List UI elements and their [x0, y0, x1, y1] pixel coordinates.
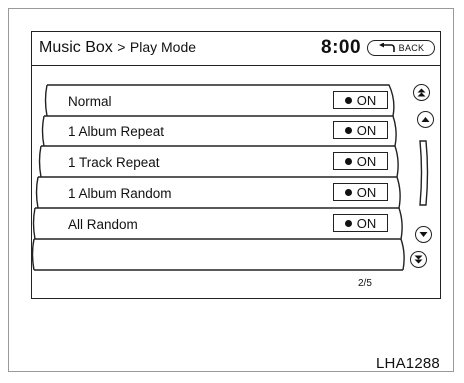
on-button-normal[interactable]: ON [333, 91, 388, 109]
page-up-button[interactable] [413, 84, 430, 101]
list-item-1-album-random[interactable]: 1 Album Random [68, 186, 172, 201]
list-item-1-album-repeat[interactable]: 1 Album Repeat [68, 124, 164, 139]
filled-dot-icon [344, 126, 352, 134]
chevron-up-icon [421, 117, 430, 122]
double-chevron-down-icon [414, 255, 423, 264]
filled-dot-icon [344, 157, 352, 165]
on-button-label: ON [356, 122, 377, 138]
list-item-1-track-repeat[interactable]: 1 Track Repeat [68, 155, 160, 170]
filled-dot-icon [344, 188, 352, 196]
page-down-button[interactable] [410, 251, 427, 268]
on-button-label: ON [356, 153, 377, 169]
display-screen: Music Box > Play Mode 8:00 BACK Normal O… [31, 31, 441, 299]
scroll-down-button[interactable] [415, 226, 432, 243]
on-button-label: ON [356, 92, 377, 108]
on-button-label: ON [356, 215, 377, 231]
filled-dot-icon [344, 219, 352, 227]
scroll-up-button[interactable] [417, 111, 434, 128]
list-item-normal[interactable]: Normal [68, 94, 112, 109]
on-button-1-album-repeat[interactable]: ON [333, 121, 388, 139]
on-button-1-album-random[interactable]: ON [333, 183, 388, 201]
page-indicator: 2/5 [358, 278, 372, 289]
on-button-all-random[interactable]: ON [333, 214, 388, 232]
figure-label: LHA1288 [376, 355, 440, 372]
chevron-down-icon [419, 232, 428, 237]
list-item-all-random[interactable]: All Random [68, 217, 138, 232]
on-button-label: ON [356, 184, 377, 200]
filled-dot-icon [344, 96, 352, 104]
on-button-1-track-repeat[interactable]: ON [333, 152, 388, 170]
double-chevron-up-icon [417, 88, 426, 97]
